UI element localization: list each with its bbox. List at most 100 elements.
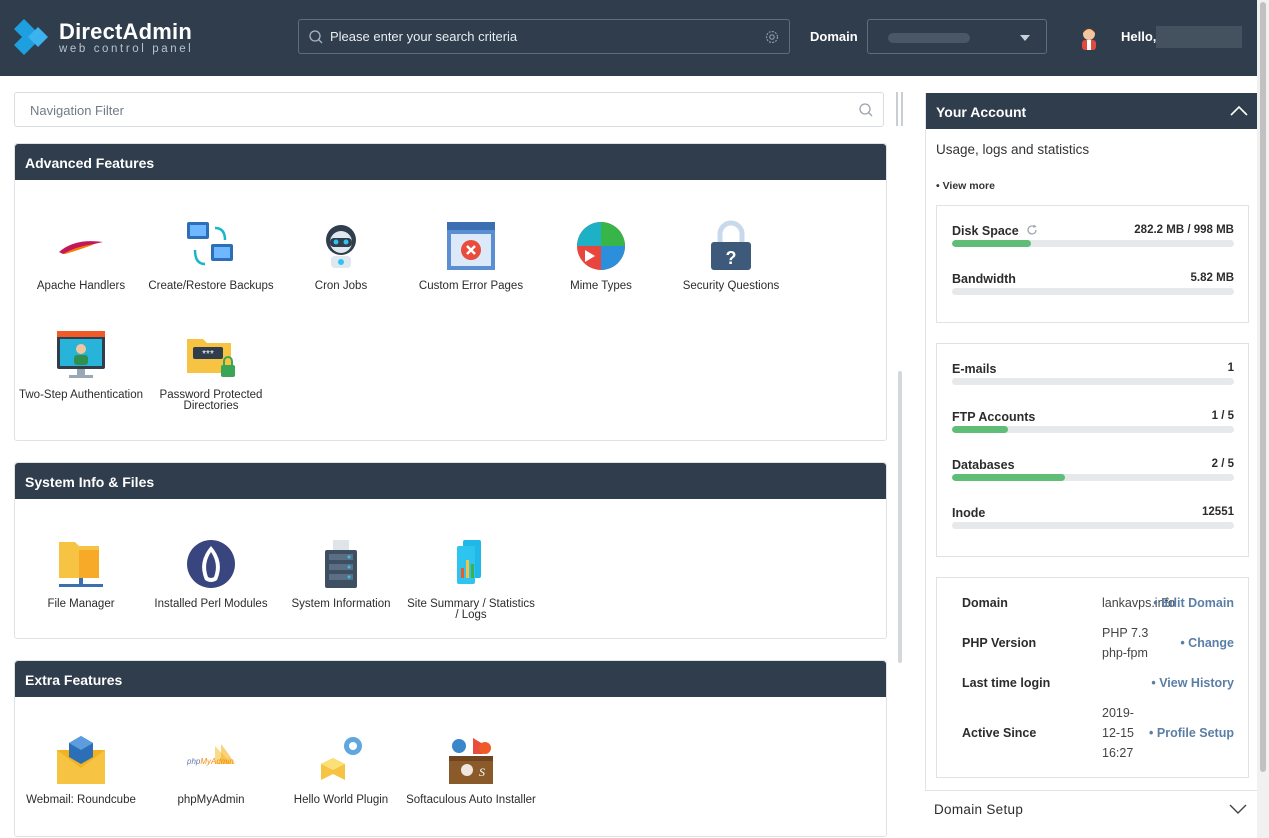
phpmyadmin-logo-icon: phpMyAdmin [186, 744, 235, 766]
custom-error-pages-item[interactable]: Custom Error Pages [406, 220, 536, 292]
mime-types-item[interactable]: Mime Types [536, 220, 666, 292]
stat-name: Disk Space [952, 224, 1038, 238]
create-restore-backups-item[interactable]: Create/Restore Backups [146, 220, 276, 292]
edit-domain-link[interactable]: • Edit Domain [1153, 596, 1234, 610]
media-types-icon [577, 222, 625, 270]
stat-value: 1 / 5 [1211, 410, 1234, 422]
advanced-features-panel: Advanced Features Apache Handlers Create… [14, 143, 887, 441]
view-more-link[interactable]: • View more [936, 180, 995, 192]
item-label: Custom Error Pages [418, 280, 524, 292]
gear-icon[interactable] [764, 29, 780, 45]
refresh-icon[interactable] [1026, 224, 1038, 236]
search-placeholder: Please enter your search criteria [330, 29, 518, 44]
item-label: Password Protected Directories [159, 389, 263, 412]
domain-value-redacted [888, 33, 970, 43]
password-protected-directories-item[interactable]: *** Password Protected Directories [146, 329, 276, 412]
item-label: Cron Jobs [314, 280, 368, 292]
change-php-link[interactable]: • Change [1180, 636, 1234, 650]
stat-name: Databases [952, 458, 1015, 472]
security-questions-item[interactable]: ? Security Questions [666, 220, 796, 292]
statistics-icon [457, 540, 481, 584]
domain-label: Domain [810, 29, 858, 44]
apache-handlers-item[interactable]: Apache Handlers [16, 220, 146, 292]
panel-title: Advanced Features [15, 144, 886, 180]
feather-icon [59, 241, 103, 254]
item-label: Create/Restore Backups [148, 280, 274, 292]
item-label: File Manager [47, 598, 115, 610]
padlock-question-icon: ? [711, 220, 751, 270]
progress-fill [952, 240, 1031, 247]
your-account-panel: Your Account Usage, logs and statistics … [925, 93, 1257, 790]
domain-setup-section[interactable]: Domain Setup [925, 790, 1257, 828]
progress-bar [952, 474, 1234, 481]
navigation-filter-input[interactable]: Navigation Filter [14, 92, 884, 127]
page-scrollbar[interactable] [1257, 0, 1269, 838]
info-value: PHP 7.3 php-fpm [1102, 626, 1149, 660]
scrollbar-thumb[interactable] [1260, 2, 1266, 772]
username-redacted [1156, 26, 1242, 48]
chevron-up-icon[interactable] [1230, 105, 1248, 117]
item-label: Softaculous Auto Installer [406, 794, 536, 806]
installed-perl-modules-item[interactable]: Installed Perl Modules [146, 538, 276, 610]
panel-title: Your Account [936, 104, 1027, 120]
softaculous-box-icon: S [449, 738, 493, 784]
content-scrollbar[interactable] [898, 371, 902, 663]
svg-text:***: *** [202, 349, 214, 360]
global-search-input[interactable]: Please enter your search criteria [298, 19, 790, 54]
item-label: Installed Perl Modules [154, 598, 268, 610]
softaculous-auto-installer-item[interactable]: S Softaculous Auto Installer [406, 734, 536, 806]
webmail-roundcube-item[interactable]: Webmail: Roundcube [16, 734, 146, 806]
chevron-down-icon[interactable] [1229, 803, 1247, 815]
item-label: Two-Step Authentication [18, 389, 144, 401]
progress-fill [952, 474, 1065, 481]
info-value: 2019-12-15 16:27 [1102, 706, 1134, 760]
item-label: Mime Types [570, 280, 632, 292]
svg-text:?: ? [726, 248, 737, 268]
backup-monitors-icon [187, 222, 233, 266]
svg-text:S: S [479, 765, 485, 779]
system-info-files-panel: System Info & Files File Manager Install… [14, 462, 887, 639]
info-key: Domain [962, 596, 1008, 610]
item-label: Hello World Plugin [293, 794, 389, 806]
avatar[interactable] [1076, 24, 1102, 50]
domain-select[interactable] [867, 19, 1047, 54]
cron-jobs-item[interactable]: Cron Jobs [276, 220, 406, 292]
profile-setup-link[interactable]: • Profile Setup [1149, 726, 1234, 740]
usage-box: Disk Space 282.2 MB / 998 MB Bandwidth 5… [936, 205, 1249, 323]
progress-bar [952, 240, 1234, 247]
item-label: Apache Handlers [36, 280, 126, 292]
phpmyadmin-item[interactable]: phpMyAdmin phpMyAdmin [146, 734, 276, 806]
plugin-cube-icon [321, 737, 362, 780]
view-history-link[interactable]: • View History [1151, 676, 1234, 690]
panel-splitter-handle[interactable] [896, 92, 904, 126]
two-step-authentication-item[interactable]: Two-Step Authentication [16, 329, 146, 401]
progress-bar [952, 522, 1234, 529]
server-rack-icon [325, 540, 357, 588]
two-step-auth-icon [57, 331, 105, 378]
panel-title: Extra Features [15, 661, 886, 697]
envelope-icon [57, 736, 105, 784]
item-label: Webmail: Roundcube [26, 794, 136, 806]
robot-icon [326, 225, 356, 268]
site-summary-statistics-logs-item[interactable]: Site Summary / Statistics / Logs [406, 538, 536, 621]
hello-world-plugin-item[interactable]: Hello World Plugin [276, 734, 406, 806]
stat-name: Bandwidth [952, 272, 1016, 286]
top-header: DirectAdmin web control panel Please ent… [0, 0, 1257, 76]
stat-value: 5.82 MB [1190, 272, 1234, 284]
logo-title: DirectAdmin [59, 19, 192, 44]
directadmin-logo[interactable]: DirectAdmin web control panel [14, 17, 204, 59]
account-info-box: Domain lankavps.info • Edit Domain PHP V… [936, 577, 1249, 778]
svg-text:phpMyAdmin: phpMyAdmin [186, 757, 234, 766]
file-manager-item[interactable]: File Manager [16, 538, 146, 610]
your-account-header[interactable]: Your Account [926, 93, 1257, 129]
extra-features-panel: Extra Features Webmail: Roundcube phpMyA… [14, 660, 887, 837]
counts-box: E-mails 1 FTP Accounts 1 / 5 Databases 2… [936, 343, 1249, 557]
stat-value: 2 / 5 [1211, 458, 1234, 470]
stat-name: E-mails [952, 362, 997, 376]
info-key: Active Since [962, 726, 1037, 740]
info-key: PHP Version [962, 636, 1037, 650]
system-information-item[interactable]: System Information [276, 538, 406, 610]
item-label: System Information [291, 598, 391, 610]
stat-value: 12551 [1202, 506, 1234, 518]
search-icon [309, 30, 323, 44]
